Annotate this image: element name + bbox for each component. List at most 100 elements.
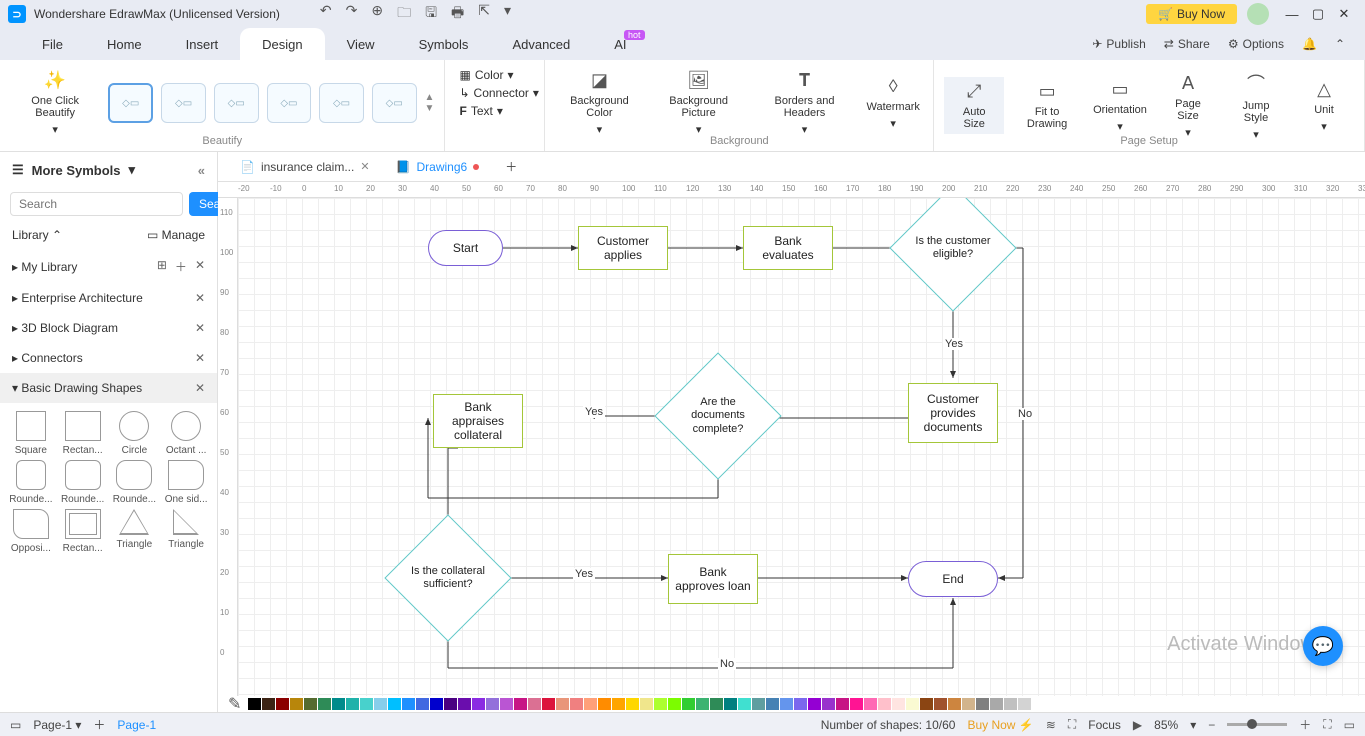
watermark-button[interactable]: ◊Watermark ▾ (863, 72, 923, 134)
node-end[interactable]: End (908, 561, 998, 597)
auto-size-button[interactable]: ⤢Auto Size (944, 77, 1004, 134)
shape-rounded-2[interactable]: Rounde... (58, 460, 108, 505)
node-appraises[interactable]: Bank appraises collateral (433, 394, 523, 448)
chat-help-button[interactable]: 💬 (1303, 626, 1343, 666)
color-swatch[interactable] (990, 698, 1003, 710)
maximize-button[interactable]: ▢ (1305, 6, 1331, 22)
cat-basic-shapes[interactable]: ▾ Basic Drawing Shapes✕ (0, 373, 217, 403)
page-size-button[interactable]: 𝖠Page Size ▾ (1158, 69, 1218, 143)
color-swatch[interactable] (962, 698, 975, 710)
shape-opposite[interactable]: Opposi... (6, 509, 56, 554)
focus-label[interactable]: Focus (1088, 718, 1121, 732)
buy-now-button[interactable]: 🛒 Buy Now (1146, 4, 1237, 24)
notification-icon[interactable]: 🔔 (1302, 37, 1317, 51)
one-click-beautify-button[interactable]: ✨One Click Beautify ▾ (10, 66, 100, 140)
color-swatch[interactable] (696, 698, 709, 710)
borders-headers-button[interactable]: 𝐓Borders and Headers ▾ (754, 66, 855, 140)
add-page-button[interactable]: ＋ (93, 716, 105, 733)
color-swatch[interactable] (276, 698, 289, 710)
cat-3d-block[interactable]: ▸ 3D Block Diagram✕ (0, 313, 217, 343)
shape-circle[interactable]: Circle (110, 411, 160, 456)
color-swatch[interactable] (402, 698, 415, 710)
presentation-icon[interactable]: ▶ (1133, 718, 1142, 732)
color-swatch[interactable] (1018, 698, 1031, 710)
shape-rectangle-2[interactable]: Rectan... (58, 509, 108, 554)
node-provides-docs[interactable]: Customer provides documents (908, 383, 998, 443)
color-swatch[interactable] (416, 698, 429, 710)
close-tab-icon[interactable]: ✕ (360, 160, 369, 173)
page-nav-icon[interactable]: ▭ (10, 718, 21, 732)
color-swatch[interactable] (584, 698, 597, 710)
options-button[interactable]: ⚙ Options (1228, 37, 1284, 51)
color-swatch[interactable] (304, 698, 317, 710)
menu-design[interactable]: Design (240, 28, 324, 60)
collapse-sidebar-icon[interactable]: « (198, 163, 205, 178)
color-swatch[interactable] (864, 698, 877, 710)
background-picture-button[interactable]: 🖼Background Picture ▾ (651, 66, 745, 140)
color-swatch[interactable] (682, 698, 695, 710)
color-swatch[interactable] (906, 698, 919, 710)
drawing-canvas[interactable]: Start Customer applies Bank evaluates Is… (238, 198, 1365, 696)
color-swatch[interactable] (640, 698, 653, 710)
shape-rounded-3[interactable]: Rounde... (110, 460, 160, 505)
node-is-eligible[interactable]: Is the customer eligible? (908, 203, 998, 293)
color-swatch[interactable] (248, 698, 261, 710)
color-swatch[interactable] (444, 698, 457, 710)
color-swatch[interactable] (794, 698, 807, 710)
menu-file[interactable]: File (20, 28, 85, 60)
export-icon[interactable]: ⇱ (478, 2, 490, 26)
color-swatch[interactable] (290, 698, 303, 710)
color-swatch[interactable] (556, 698, 569, 710)
menu-symbols[interactable]: Symbols (397, 28, 491, 60)
text-button[interactable]: F Text ▾ (455, 102, 534, 120)
minimize-button[interactable]: — (1279, 7, 1305, 22)
symbol-search-input[interactable] (10, 192, 183, 216)
color-swatch[interactable] (626, 698, 639, 710)
fullscreen-icon[interactable]: ⛶ (1068, 717, 1076, 732)
color-swatch[interactable] (808, 698, 821, 710)
color-swatch[interactable] (458, 698, 471, 710)
cat-connectors[interactable]: ▸ Connectors✕ (0, 343, 217, 373)
shape-triangle-2[interactable]: Triangle (161, 509, 211, 554)
color-swatch[interactable] (528, 698, 541, 710)
theme-tile-1[interactable]: ◇▭ (108, 83, 153, 123)
color-swatch[interactable] (472, 698, 485, 710)
color-swatch[interactable] (836, 698, 849, 710)
color-swatch[interactable] (850, 698, 863, 710)
unit-button[interactable]: △Unit ▾ (1294, 75, 1354, 137)
color-button[interactable]: ▦ Color ▾ (455, 66, 534, 84)
theme-tile-3[interactable]: ◇▭ (214, 83, 259, 123)
node-start[interactable]: Start (428, 230, 503, 266)
undo-icon[interactable]: ↶ (320, 2, 332, 26)
cat-my-library[interactable]: ▸ My Library⊞＋✕ (0, 250, 217, 283)
close-button[interactable]: ✕ (1331, 6, 1357, 22)
color-swatch[interactable] (892, 698, 905, 710)
color-swatch[interactable] (346, 698, 359, 710)
manage-library-button[interactable]: ▭ Manage (147, 228, 205, 242)
color-swatch[interactable] (976, 698, 989, 710)
node-customer-applies[interactable]: Customer applies (578, 226, 668, 270)
fit-width-icon[interactable]: ▭ (1344, 718, 1355, 732)
fit-page-icon[interactable]: ⛶ (1323, 717, 1331, 732)
theme-tile-6[interactable]: ◇▭ (372, 83, 417, 123)
color-swatch[interactable] (374, 698, 387, 710)
shape-one-side[interactable]: One sid... (161, 460, 211, 505)
collapse-ribbon-icon[interactable]: ⌃ (1335, 37, 1345, 51)
page-selector[interactable]: Page-1 ▾ (33, 718, 81, 732)
node-docs-complete[interactable]: Are the documents complete? (673, 371, 763, 461)
color-swatch[interactable] (752, 698, 765, 710)
shape-octant[interactable]: Octant ... (161, 411, 211, 456)
menu-insert[interactable]: Insert (164, 28, 241, 60)
color-swatch[interactable] (654, 698, 667, 710)
color-swatch[interactable] (332, 698, 345, 710)
menu-view[interactable]: View (325, 28, 397, 60)
color-swatch[interactable] (598, 698, 611, 710)
color-swatch[interactable] (724, 698, 737, 710)
new-icon[interactable]: ⊕ (371, 2, 383, 26)
tab-insurance-claim[interactable]: 📄 insurance claim... ✕ (228, 156, 382, 178)
jump-style-button[interactable]: ⌒Jump Style ▾ (1226, 66, 1286, 145)
menu-advanced[interactable]: Advanced (490, 28, 592, 60)
color-swatch[interactable] (612, 698, 625, 710)
publish-button[interactable]: ✈ Publish (1092, 37, 1145, 51)
color-swatch[interactable] (822, 698, 835, 710)
